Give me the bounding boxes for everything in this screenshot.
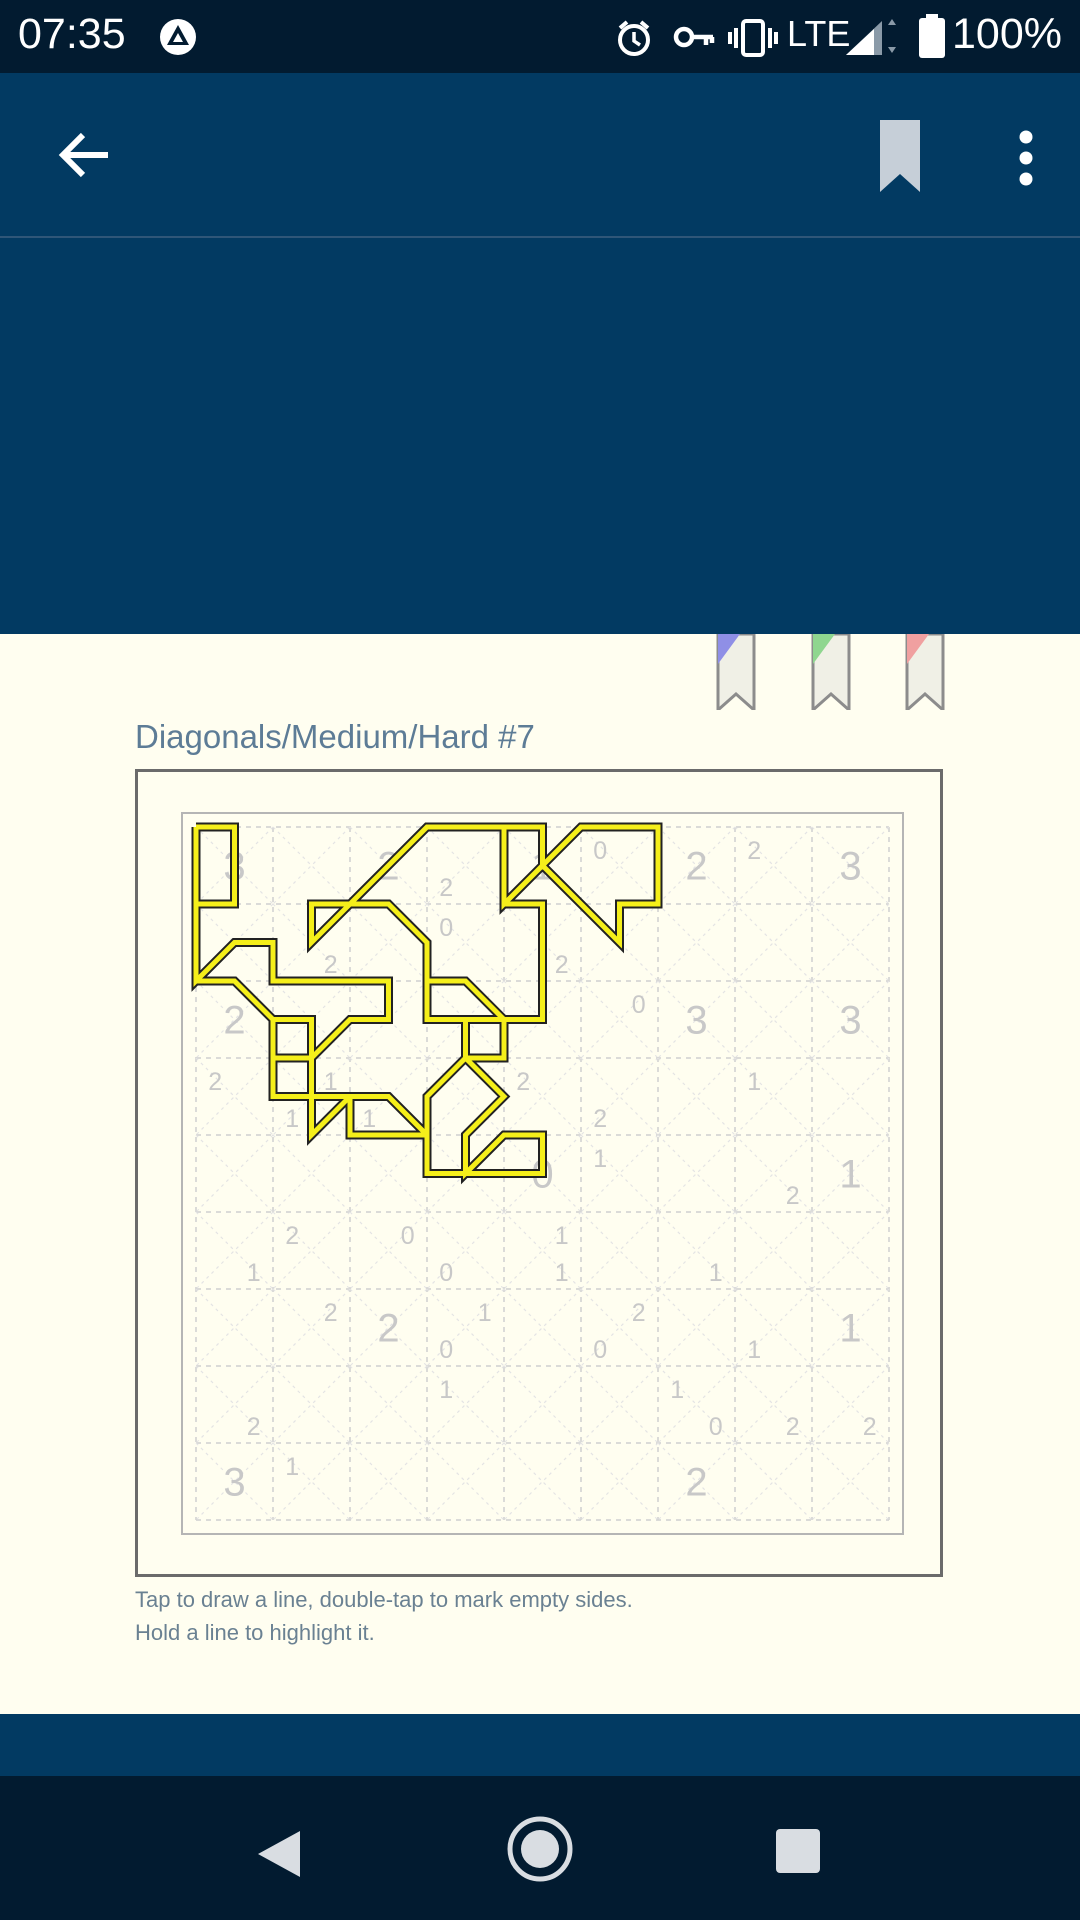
back-arrow-icon[interactable]: [56, 130, 112, 180]
network-type: LTE: [787, 13, 851, 54]
puzzle-board-svg[interactable]: 3 2 1 2 32 3 30 12 13 20 2220202 11 122112210011 12 10…: [138, 772, 940, 1574]
corner-clue: 1: [247, 1259, 261, 1287]
puzzle-title: Diagonals/Medium/Hard #7: [135, 718, 535, 755]
app-bar: [0, 73, 1080, 236]
system-navigation-bar: [0, 1776, 1080, 1920]
status-bar: 07:35 LTE 100%: [0, 0, 1080, 73]
corner-clue: 0: [632, 991, 646, 1019]
corner-clue: 1: [593, 1145, 607, 1173]
corner-clue: 2: [593, 1105, 607, 1133]
cell-clue: 2: [685, 845, 707, 889]
corner-clue: 1: [285, 1453, 299, 1481]
corner-clue: 0: [439, 914, 453, 942]
status-time: 07:35: [18, 10, 126, 58]
corner-clue: 1: [555, 1259, 569, 1287]
cell-clue: 2: [377, 1307, 399, 1351]
corner-clue: 1: [747, 1068, 761, 1096]
corner-clue: 0: [593, 1336, 607, 1364]
bookmark-icon[interactable]: [880, 120, 920, 192]
nav-home-icon[interactable]: [507, 1816, 573, 1882]
nav-back-icon[interactable]: [254, 1829, 302, 1879]
corner-clue: 1: [555, 1222, 569, 1250]
instructions-line-1: Tap to draw a line, double-tap to mark e…: [135, 1587, 633, 1612]
cell-clue: 3: [839, 999, 861, 1043]
cell-clue: 1: [839, 1153, 861, 1197]
corner-clue: 1: [709, 1259, 723, 1287]
corner-clue: 0: [593, 837, 607, 865]
corner-clue: 2: [208, 1068, 222, 1096]
vpn-key-icon: [673, 26, 715, 48]
app-notification-icon: [160, 19, 196, 55]
nav-recents-icon[interactable]: [775, 1828, 821, 1874]
cell-clue: 1: [839, 1307, 861, 1351]
bookmark-ribbon-blue[interactable]: [716, 634, 756, 710]
bookmark-ribbon-green[interactable]: [811, 634, 851, 710]
corner-clue: 2: [324, 951, 338, 979]
instructions: Tap to draw a line, double-tap to mark e…: [135, 1583, 633, 1649]
corner-clue: 2: [247, 1413, 261, 1441]
vibrate-icon: [728, 19, 778, 57]
puzzle-board[interactable]: 3212323301213202220202111221122100111210…: [135, 769, 943, 1577]
cell-clue: 3: [839, 845, 861, 889]
corner-clue: 2: [632, 1299, 646, 1327]
more-vert-icon[interactable]: [1013, 130, 1039, 186]
corner-clue: 1: [362, 1105, 376, 1133]
corner-clue: 0: [709, 1413, 723, 1441]
corner-clue: 1: [439, 1376, 453, 1404]
cell-clue: 3: [223, 1461, 245, 1505]
corner-clue: 1: [478, 1299, 492, 1327]
alarm-icon: [618, 20, 650, 56]
ad-banner-area: [0, 238, 1080, 634]
battery-icon: [919, 14, 945, 58]
corner-clue: 0: [439, 1336, 453, 1364]
corner-clue: 2: [324, 1299, 338, 1327]
corner-clue: 1: [670, 1376, 684, 1404]
cell-clue: 2: [685, 1461, 707, 1505]
cell-clue: 2: [223, 999, 245, 1043]
bottom-strip: [0, 1714, 1080, 1776]
corner-clue: 2: [863, 1413, 877, 1441]
corner-clue: 2: [555, 951, 569, 979]
corner-clue: 0: [401, 1222, 415, 1250]
corner-clue: 2: [439, 874, 453, 902]
corner-clue: 1: [324, 1068, 338, 1096]
corner-clue: 1: [747, 1336, 761, 1364]
corner-clue: 2: [786, 1413, 800, 1441]
corner-clue: 2: [285, 1222, 299, 1250]
corner-clue: 1: [285, 1105, 299, 1133]
instructions-line-2: Hold a line to highlight it.: [135, 1620, 375, 1645]
corner-clue: 2: [516, 1068, 530, 1096]
bookmark-ribbon-red[interactable]: [905, 634, 945, 710]
corner-clue: 2: [786, 1182, 800, 1210]
cell-clue: 3: [685, 999, 707, 1043]
corner-clue: 2: [747, 837, 761, 865]
battery-percentage: 100%: [952, 10, 1062, 58]
signal-icon: [846, 19, 896, 55]
corner-clue: 0: [439, 1259, 453, 1287]
